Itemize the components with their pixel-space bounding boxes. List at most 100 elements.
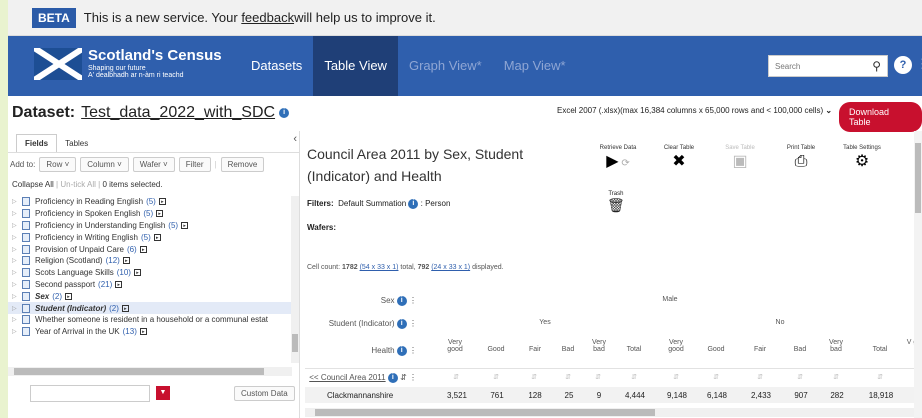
save-icon: ▣	[732, 153, 748, 170]
app-window: BETA This is a new service. Your feedbac…	[8, 0, 922, 418]
info-icon: i	[408, 199, 419, 209]
expand-icon: ▸	[121, 304, 129, 312]
expand-icon: ▸	[153, 233, 161, 241]
field-icon	[22, 232, 30, 242]
dropdown-toggle-icon[interactable]: ▼	[156, 386, 170, 400]
tree-horizontal-scrollbar[interactable]	[8, 367, 292, 376]
banner-text-after: will help us to improve it.	[294, 10, 436, 25]
tree-vertical-scrollbar[interactable]	[291, 196, 299, 363]
field-item[interactable]: ▷ Proficiency in Spoken English (5) ▸	[8, 208, 292, 220]
field-item[interactable]: ▷ Sex (2) ▸	[8, 290, 292, 302]
brand-tagline-gaelic: A' dealbhadh ar n-àm ri teachd	[88, 72, 184, 80]
field-icon	[22, 327, 30, 337]
row-header-sex[interactable]: Sex i ⋮	[381, 296, 417, 306]
brand-name: Scotland's Census	[88, 47, 222, 65]
field-item[interactable]: ▷ Religion (Scotland) (12) ▸	[8, 255, 292, 267]
custom-data-button[interactable]: Custom Data	[234, 386, 295, 401]
tab-tables[interactable]: Tables	[57, 135, 96, 152]
trash-area[interactable]: Trash 🗑	[607, 191, 625, 214]
save-table-button[interactable]: Save Table ▣	[713, 145, 767, 175]
table-horizontal-scrollbar[interactable]	[305, 408, 922, 417]
table-row: Clackmannanshire 3,521 761 128 25 9 4,44…	[305, 387, 922, 403]
sort-icon[interactable]: ⇵	[794, 373, 806, 381]
feedback-link[interactable]: feedback	[241, 10, 294, 25]
column-dropdown[interactable]: Column ˅	[80, 156, 129, 172]
sort-icon[interactable]: ⇵	[592, 373, 604, 381]
field-icon	[22, 244, 30, 254]
clear-table-button[interactable]: Clear Table ✖	[652, 145, 706, 175]
sort-icon[interactable]: ⇵	[528, 373, 540, 381]
print-table-button[interactable]: Print Table ⎙	[774, 145, 828, 175]
fields-panel: Fields Tables ‹ Add to: Row ˅ Column ˅ W…	[8, 131, 300, 418]
brand-logo[interactable]: Scotland's Census Shaping our future A' …	[34, 48, 222, 80]
field-item[interactable]: ▷ Student (Indicator) (2) ▸	[8, 302, 292, 314]
collapse-panel-icon[interactable]: ‹	[293, 133, 297, 145]
sort-icon[interactable]: ⇵	[874, 373, 886, 381]
row-header-student[interactable]: Student (Indicator) i ⋮	[329, 319, 417, 329]
column-header-health: Fair	[753, 346, 767, 353]
table-cell: 25	[564, 391, 574, 400]
field-item[interactable]: ▷ Year of Arrival in the UK (13) ▸	[8, 326, 292, 338]
nav-datasets[interactable]: Datasets	[240, 36, 313, 96]
field-item[interactable]: ▷ Provision of Unpaid Care (6) ▸	[8, 243, 292, 255]
help-icon[interactable]: ?	[894, 56, 912, 74]
sort-icon[interactable]: ⇵	[628, 373, 640, 381]
nav-table-view[interactable]: Table View	[313, 36, 398, 96]
untick-all-link[interactable]: Un-tick All	[60, 180, 96, 189]
field-icon	[22, 303, 30, 313]
dataset-name[interactable]: Test_data_2022_with_SDC	[81, 104, 275, 122]
info-icon[interactable]: i	[279, 108, 290, 118]
sort-icon[interactable]: ⇵	[670, 373, 682, 381]
search-input[interactable]: Search ⚲	[768, 55, 888, 77]
close-icon: ✖	[672, 153, 686, 170]
field-item[interactable]: ▷ Proficiency in Writing English (5) ▸	[8, 231, 292, 243]
export-format-select[interactable]: Excel 2007 (.xlsx)(max 16,384 columns x …	[557, 106, 832, 115]
sort-icon[interactable]: ⇵	[490, 373, 502, 381]
table-cell: 282	[830, 391, 844, 400]
field-item[interactable]: ▷ Proficiency in Understanding English (5)…	[8, 220, 292, 232]
collapse-all-link[interactable]: Collapse All	[12, 180, 54, 189]
table-cell: 128	[528, 391, 542, 400]
remove-button[interactable]: Remove	[220, 156, 265, 172]
more-menu-icon[interactable]: ⋮	[916, 56, 922, 72]
table-settings-button[interactable]: Table Settings ⚙	[835, 145, 889, 175]
expand-icon: ▸	[115, 280, 123, 288]
table-view-panel: Council Area 2011 by Sex, Student (Indic…	[305, 131, 922, 418]
sort-icon[interactable]: ⇵	[754, 373, 766, 381]
row-header-health[interactable]: Health i ⋮	[371, 346, 417, 356]
column-header-health: Total	[626, 346, 642, 353]
expand-icon: ▸	[65, 292, 73, 300]
nav-graph-view[interactable]: Graph View*	[398, 36, 493, 96]
row-header-council-area[interactable]: << Council Area 2011 i ⇵ ⋮	[309, 373, 417, 383]
field-item[interactable]: ▷ Second passport (21) ▸	[8, 279, 292, 291]
wafer-dropdown[interactable]: Wafer ˅	[132, 156, 175, 172]
table-cell: 6,148	[706, 391, 728, 400]
sort-icon[interactable]: ⇵	[450, 373, 462, 381]
sort-icon[interactable]: ⇵	[562, 373, 574, 381]
trash-icon: 🗑	[607, 197, 625, 213]
table-cell: 4,444	[624, 391, 646, 400]
field-item[interactable]: ▷ Proficiency in Reading English (5) ▸	[8, 196, 292, 208]
search-icon[interactable]: ⚲	[872, 59, 881, 73]
column-header-health: Very good	[447, 339, 463, 353]
table-cell: 18,918	[868, 391, 894, 400]
tab-fields[interactable]: Fields	[16, 134, 58, 152]
retrieve-data-button[interactable]: Retrieve Data ▶ ⟳	[591, 145, 645, 175]
row-label-area: Clackmannanshire	[327, 391, 394, 400]
cell-count: Cell count: 1782 (54 x 33 x 1) total, 79…	[307, 264, 504, 271]
nav-map-view[interactable]: Map View*	[493, 36, 577, 96]
filter-button[interactable]: Filter	[178, 156, 211, 172]
row-dropdown[interactable]: Row ˅	[39, 156, 77, 172]
sort-icon[interactable]: ⇵	[830, 373, 842, 381]
sort-icon[interactable]: ⇵	[710, 373, 722, 381]
field-icon	[22, 209, 30, 219]
field-item[interactable]: ▷ Scots Language Skills (10) ▸	[8, 267, 292, 279]
table-vertical-scrollbar[interactable]	[914, 131, 922, 418]
download-table-button[interactable]: Download Table	[839, 102, 922, 132]
expand-icon: ▸	[158, 198, 166, 206]
column-header-health: Very bad	[591, 339, 606, 353]
custom-data-input[interactable]	[30, 385, 150, 402]
column-header-health: Bad	[561, 346, 575, 353]
field-item[interactable]: ▷ Whether someone is resident in a househ…	[8, 314, 292, 326]
wafers-label: Wafers:	[307, 223, 337, 232]
